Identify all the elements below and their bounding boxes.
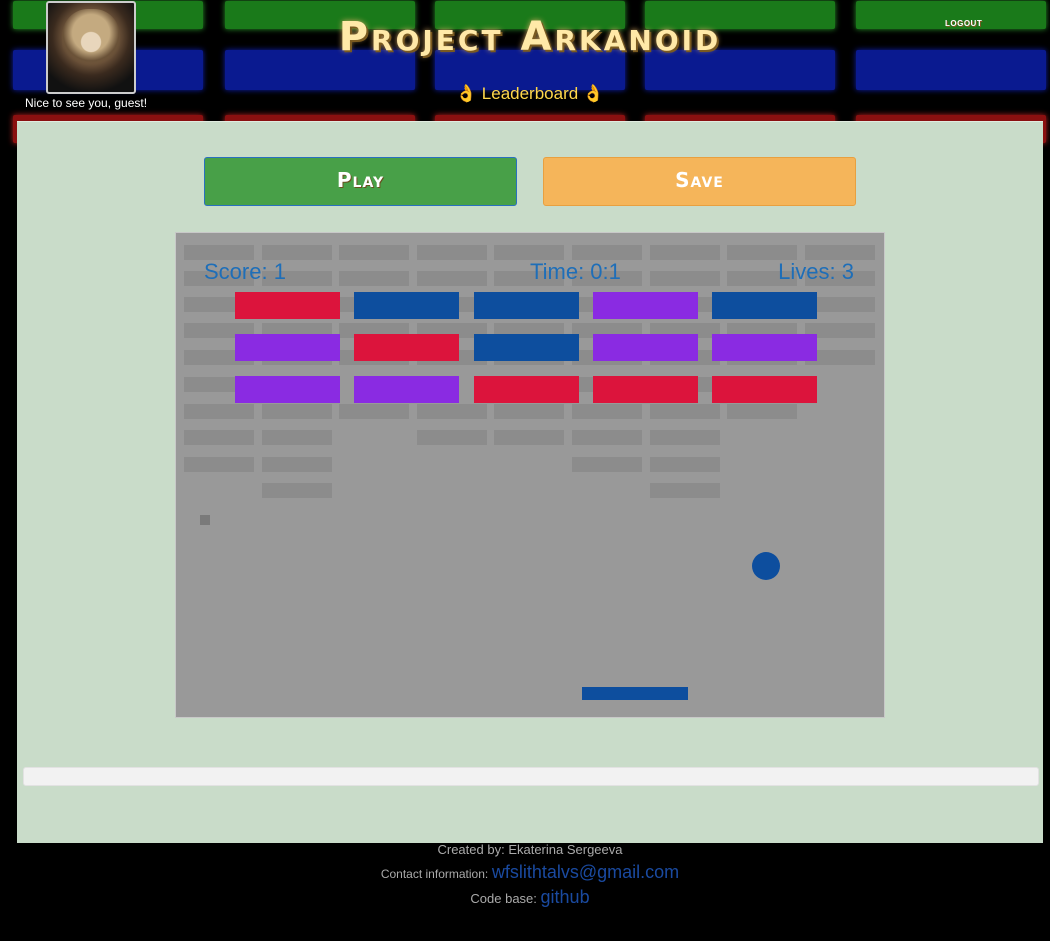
- author-name: Ekaterina Sergeeva: [508, 842, 623, 857]
- faded-brick: [184, 457, 254, 472]
- leaderboard-link[interactable]: 👌 Leaderboard 👌: [0, 84, 1050, 104]
- brick-red: [712, 376, 817, 403]
- faded-brick: [650, 404, 720, 419]
- brick-purple: [593, 292, 698, 319]
- faded-brick: [262, 245, 332, 260]
- brick-red: [474, 376, 579, 403]
- brick-red: [593, 376, 698, 403]
- github-link[interactable]: github: [541, 887, 590, 907]
- footer-codebase: Code base: github: [0, 887, 1050, 908]
- faded-brick: [262, 404, 332, 419]
- page-title: Project Arkanoid: [338, 14, 722, 60]
- footer-contact: Contact information: wfslithtalvs@gmail.…: [0, 862, 1050, 883]
- save-button[interactable]: Save: [543, 157, 856, 206]
- faded-brick: [727, 404, 797, 419]
- lives-display: Lives: 3: [778, 259, 854, 284]
- faded-brick: [417, 430, 487, 445]
- brick-purple: [235, 334, 340, 361]
- faded-brick: [184, 404, 254, 419]
- game-canvas[interactable]: Score: 1 Time: 0:1 Lives: 3: [175, 232, 885, 718]
- faded-brick: [417, 271, 487, 286]
- created-label: Created by:: [437, 842, 505, 857]
- faded-brick: [494, 404, 564, 419]
- faded-brick: [417, 404, 487, 419]
- faded-brick: [262, 430, 332, 445]
- brick-blue: [354, 292, 459, 319]
- play-button[interactable]: Play: [204, 157, 517, 206]
- brick-blue: [712, 292, 817, 319]
- score-display: Score: 1: [204, 259, 286, 284]
- faded-brick: [572, 457, 642, 472]
- faded-brick: [262, 483, 332, 498]
- faded-brick: [650, 483, 720, 498]
- brick-red: [354, 334, 459, 361]
- faded-brick: [494, 430, 564, 445]
- faded-brick: [184, 245, 254, 260]
- faded-brick: [572, 245, 642, 260]
- paddle[interactable]: [582, 687, 688, 700]
- faded-brick: [805, 245, 875, 260]
- brick-purple: [712, 334, 817, 361]
- brick-purple: [354, 376, 459, 403]
- contact-label: Contact information:: [380, 867, 489, 881]
- faded-brick: [339, 271, 409, 286]
- email-link[interactable]: wfslithtalvs@gmail.com: [492, 862, 679, 882]
- faded-brick: [339, 404, 409, 419]
- faded-brick: [572, 404, 642, 419]
- brick-red: [235, 292, 340, 319]
- brick-purple: [593, 334, 698, 361]
- debris-particle: [200, 515, 210, 525]
- logout-button[interactable]: logout: [945, 15, 982, 29]
- faded-brick: [184, 430, 254, 445]
- brick-blue: [474, 292, 579, 319]
- faded-brick: [494, 245, 564, 260]
- ball: [752, 552, 780, 580]
- faded-brick: [339, 245, 409, 260]
- faded-brick: [727, 245, 797, 260]
- brick-blue: [474, 334, 579, 361]
- progress-bar: [23, 767, 1039, 786]
- faded-brick: [650, 245, 720, 260]
- faded-brick: [650, 430, 720, 445]
- faded-brick: [262, 457, 332, 472]
- footer-credits: Created by: Ekaterina Sergeeva: [0, 842, 1050, 857]
- time-display: Time: 0:1: [530, 259, 621, 284]
- faded-brick: [572, 430, 642, 445]
- brick-purple: [235, 376, 340, 403]
- faded-brick: [417, 245, 487, 260]
- faded-brick: [650, 271, 720, 286]
- codebase-label: Code base:: [470, 891, 537, 906]
- faded-brick: [650, 457, 720, 472]
